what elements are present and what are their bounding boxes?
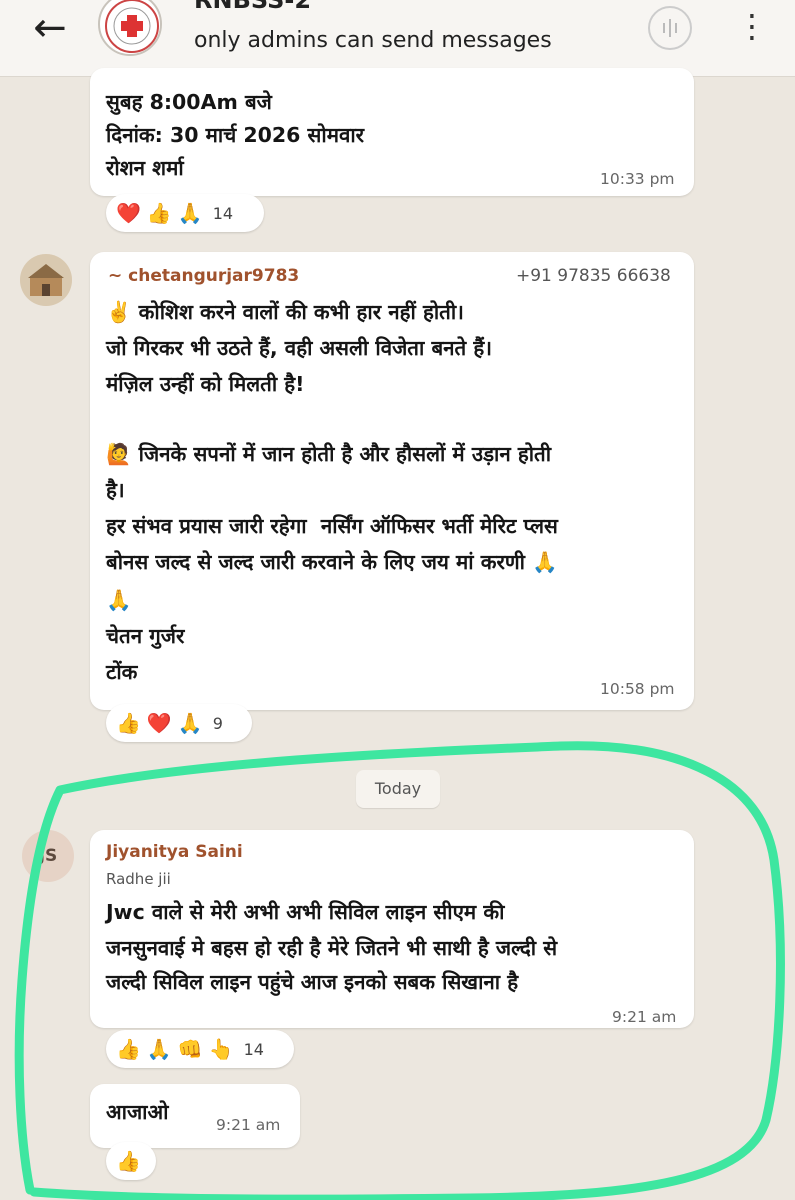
- message-bubble-3[interactable]: Jiyanitya Saini Radhe jii Jwc वाले से मे…: [90, 830, 694, 1028]
- message-bubble-4[interactable]: आजाओ 9:21 am: [90, 1084, 300, 1148]
- message-line: टोंक: [106, 660, 138, 684]
- message-line: Jwc वाले से मेरी अभी अभी सिविल लाइन सीएम…: [106, 900, 505, 924]
- message-time: 10:33 pm: [600, 170, 675, 188]
- message-line: 🙋 जिनके सपनों में जान होती है और हौसलों …: [106, 442, 552, 466]
- day-separator: Today: [356, 770, 440, 808]
- message-line: मंज़िल उन्हीं को मिलती है!: [106, 372, 305, 396]
- message-bubble-1[interactable]: सुबह 8:00Am बजे दिनांक: 30 मार्च 2026 सो…: [90, 68, 694, 196]
- message-line: सुबह 8:00Am बजे: [106, 90, 272, 114]
- message-line: आजाओ: [106, 1100, 169, 1124]
- thumbs-up-reaction-icon: 👍: [146, 201, 172, 225]
- voice-call-icon[interactable]: [648, 6, 692, 50]
- sender-avatar[interactable]: [20, 254, 72, 306]
- sender-name[interactable]: Jiyanitya Saini: [106, 842, 243, 862]
- fist-reaction-icon: 👊: [177, 1037, 203, 1061]
- sender-phone: +91 97835 66638: [516, 266, 671, 286]
- sender-status: Radhe jii: [106, 870, 171, 888]
- group-subtitle: only admins can send messages: [194, 28, 552, 53]
- message-line: जनसुनवाई मे बहस हो रही है मेरे जितने भी …: [106, 936, 558, 960]
- temple-avatar-icon: [20, 254, 72, 306]
- message-bubble-2[interactable]: ~ chetangurjar9783 +91 97835 66638 ✌️ को…: [90, 252, 694, 710]
- message-line: दिनांक: 30 मार्च 2026 सोमवार: [106, 123, 365, 147]
- thumbs-up-reaction-icon: 👍: [116, 1037, 141, 1061]
- message-line: 🙏: [106, 588, 132, 612]
- sender-avatar[interactable]: JS: [22, 830, 74, 882]
- group-avatar[interactable]: [98, 0, 162, 56]
- reactions-bar-3[interactable]: 👍 🙏 👊 👆 14: [106, 1030, 294, 1068]
- message-line: हर संभव प्रयास जारी रहेगा नर्सिंग ऑफिसर …: [106, 514, 558, 538]
- message-time: 9:21 am: [612, 1008, 677, 1026]
- message-line: बोनस जल्द से जल्द जारी करवाने के लिए जय …: [106, 550, 558, 574]
- message-line: रोशन शर्मा: [106, 156, 184, 180]
- message-line: ✌️ कोशिश करने वालों की कभी हार नहीं होती…: [106, 300, 464, 324]
- pointing-up-reaction-icon: 👆: [208, 1037, 234, 1061]
- reactions-bar-4[interactable]: 👍: [106, 1142, 156, 1180]
- heart-reaction-icon: ❤️: [146, 711, 172, 735]
- reaction-count: 9: [212, 713, 223, 733]
- message-time: 9:21 am: [216, 1116, 281, 1134]
- back-arrow-icon[interactable]: ←: [24, 8, 76, 52]
- message-time: 10:58 pm: [600, 680, 675, 698]
- folded-hands-reaction-icon: 🙏: [146, 1037, 172, 1061]
- group-logo-icon: [105, 0, 159, 53]
- reaction-count: 14: [243, 1039, 264, 1059]
- message-line: है।: [106, 478, 125, 502]
- avatar-initials: JS: [38, 846, 58, 866]
- thumbs-up-reaction-icon: 👍: [116, 711, 141, 735]
- message-line: जल्दी सिविल लाइन पहुंचे आज इनको सबक सिखा…: [106, 970, 519, 994]
- thumbs-up-reaction-icon: 👍: [116, 1149, 141, 1173]
- sender-name[interactable]: ~ chetangurjar9783: [108, 266, 299, 286]
- message-line: जो गिरकर भी उठते हैं, वही असली विजेता बन…: [106, 336, 492, 360]
- reactions-bar-1[interactable]: ❤️ 👍 🙏 14: [106, 194, 264, 232]
- reactions-bar-2[interactable]: 👍 ❤️ 🙏 9: [106, 704, 252, 742]
- group-name[interactable]: RNBSS-2: [194, 0, 311, 14]
- folded-hands-reaction-icon: 🙏: [177, 201, 203, 225]
- heart-reaction-icon: ❤️: [116, 201, 141, 225]
- reaction-count: 14: [212, 203, 234, 223]
- folded-hands-reaction-icon: 🙏: [177, 711, 203, 735]
- chat-header: ← RNBSS-2 only admins can send messages …: [0, 0, 795, 77]
- more-options-icon[interactable]: ⋮: [736, 2, 768, 50]
- message-line: चेतन गुर्जर: [106, 624, 185, 648]
- audio-wave-icon: [663, 19, 677, 37]
